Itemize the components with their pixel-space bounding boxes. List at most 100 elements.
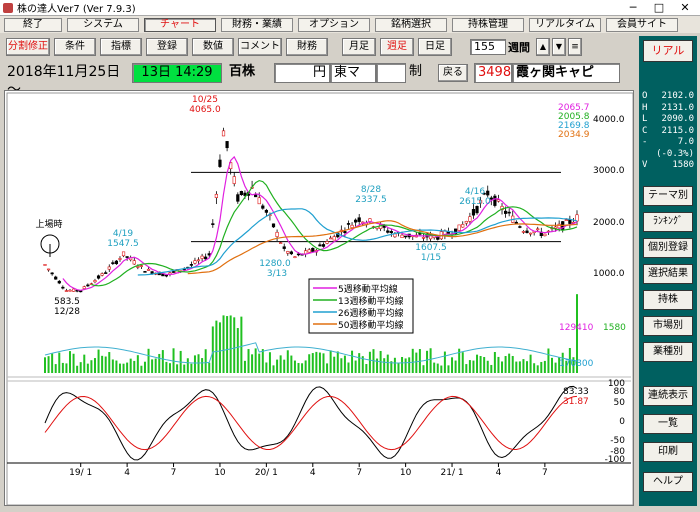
sidebar-holdings-button[interactable]: 持株 xyxy=(643,290,693,310)
candle-body xyxy=(100,273,104,276)
volume-bar xyxy=(51,353,54,373)
scroll-down-button[interactable]: ▼ xyxy=(552,38,566,56)
currency-select[interactable]: 円 xyxy=(274,63,330,83)
menu-holdings[interactable]: 持株管理 xyxy=(452,17,524,32)
sidebar-continuous-display-button[interactable]: 連続表示 xyxy=(643,386,693,406)
minimize-button[interactable]: ─ xyxy=(620,0,646,16)
sidebar-individual-register-button[interactable]: 個別登録 xyxy=(643,238,693,258)
back-button[interactable]: 戻る xyxy=(438,64,468,82)
volume-bar xyxy=(368,351,371,373)
candle-body xyxy=(518,226,522,228)
candle-body xyxy=(79,290,83,293)
stock-chart[interactable] xyxy=(5,91,633,505)
ohlc-key: C xyxy=(642,125,648,136)
volume-bar xyxy=(76,365,79,373)
period-count-select[interactable]: 155 xyxy=(470,39,506,55)
volume-base: 170800 xyxy=(559,359,594,369)
split-adjust-button[interactable]: 分割修正 xyxy=(6,38,50,56)
price-annotation: 2615.0 xyxy=(459,197,491,207)
candle-body xyxy=(211,223,215,225)
sidebar-market-button[interactable]: 市場別 xyxy=(643,316,693,336)
sidebar-theme-button[interactable]: テーマ別 xyxy=(643,186,693,206)
volume-bar xyxy=(497,356,500,373)
candle-body xyxy=(503,210,508,214)
candle-body xyxy=(121,251,126,257)
volume-bar xyxy=(122,363,125,373)
sidebar-help-button[interactable]: ヘルプ xyxy=(643,472,693,492)
menu-stock-select[interactable]: 銘柄選択 xyxy=(375,17,447,32)
scroll-up-button[interactable]: ▲ xyxy=(536,38,550,56)
volume-bar xyxy=(129,358,132,373)
volume-bar xyxy=(522,359,525,373)
list-icon[interactable]: ≡ xyxy=(568,38,582,56)
volume-bar xyxy=(208,362,211,373)
volume-bar xyxy=(147,348,150,373)
menu-options[interactable]: オプション xyxy=(298,17,370,32)
volume-bar xyxy=(536,365,539,373)
volume-bar xyxy=(261,349,264,373)
market-field[interactable]: 東マ xyxy=(330,63,376,83)
ohlc-value: 2131.0 xyxy=(661,102,694,113)
maximize-button[interactable]: □ xyxy=(646,0,672,16)
volume-bar xyxy=(72,353,75,373)
volume-bar xyxy=(483,357,486,373)
volume-bar xyxy=(186,358,189,373)
candle-body xyxy=(93,280,97,283)
volume-bar xyxy=(401,357,404,373)
candle-body xyxy=(200,255,204,259)
daily-button[interactable]: 日足 xyxy=(418,38,452,56)
sidebar-print-button[interactable]: 印刷 xyxy=(643,442,693,462)
candle-body xyxy=(232,176,236,184)
sidebar-industry-button[interactable]: 業種別 xyxy=(643,342,693,362)
volume-bar xyxy=(397,362,400,373)
candle-body xyxy=(289,251,293,255)
candle-body xyxy=(236,194,240,202)
register-button[interactable]: 登録 xyxy=(146,38,188,56)
menu-financials[interactable]: 財務・業績 xyxy=(221,17,293,32)
volume-bar xyxy=(333,356,336,373)
comment-button[interactable]: コメント xyxy=(238,38,282,56)
sidebar-list-button[interactable]: 一覧 xyxy=(643,414,693,434)
candle-body xyxy=(204,256,208,260)
window-title: 株の達人Ver7 (Ver 7.9.3) xyxy=(17,4,136,15)
window-titlebar: 株の達人Ver7 (Ver 7.9.3) ─ □ ✕ xyxy=(0,0,700,16)
close-button[interactable]: ✕ xyxy=(672,0,698,16)
menu-chart[interactable]: チャート xyxy=(144,17,216,32)
start-date: 2018年11月25日 ～ xyxy=(7,64,121,98)
volume-bar xyxy=(272,365,275,373)
volume-bar xyxy=(386,354,389,373)
volume-bar xyxy=(433,362,436,373)
candle-body xyxy=(293,256,297,258)
candle-body xyxy=(557,223,561,229)
date-range-display: 13日 14:29 xyxy=(132,63,222,83)
volume-bar xyxy=(354,360,357,373)
menu-exit[interactable]: 終了 xyxy=(4,17,62,32)
realtime-button[interactable]: リアル xyxy=(643,40,693,62)
oscillator-scale-label: -100 xyxy=(604,455,625,465)
condition-button[interactable]: 条件 xyxy=(54,38,96,56)
candle-body xyxy=(346,223,351,225)
menu-system[interactable]: システム xyxy=(67,17,139,32)
candle-body xyxy=(389,231,393,234)
sidebar-selection-result-button[interactable]: 選択結果 xyxy=(643,264,693,284)
volume-bar xyxy=(490,364,493,373)
candle-body xyxy=(521,231,526,233)
menu-realtime[interactable]: リアルタイム xyxy=(529,17,601,32)
candle-body xyxy=(404,235,408,238)
monthly-button[interactable]: 月足 xyxy=(342,38,376,56)
candle-body xyxy=(350,224,354,228)
x-axis-label: 20/ 1 xyxy=(254,468,278,478)
volume-bar xyxy=(393,357,396,373)
price-annotation: 1/15 xyxy=(420,253,442,263)
indicator-button[interactable]: 指標 xyxy=(100,38,142,56)
volume-bar xyxy=(504,356,507,373)
candle-body xyxy=(354,219,358,223)
menu-member-site[interactable]: 会員サイト xyxy=(606,17,678,32)
values-button[interactable]: 数値 xyxy=(192,38,234,56)
finance-button[interactable]: 財務 xyxy=(286,38,328,56)
volume-bar xyxy=(104,356,107,373)
sidebar-ranking-button[interactable]: ﾗﾝｷﾝｸﾞ xyxy=(643,212,693,232)
blank-field[interactable] xyxy=(376,63,406,83)
stock-code-field[interactable]: 3498 xyxy=(474,63,512,83)
weekly-button[interactable]: 週足 xyxy=(380,38,414,56)
